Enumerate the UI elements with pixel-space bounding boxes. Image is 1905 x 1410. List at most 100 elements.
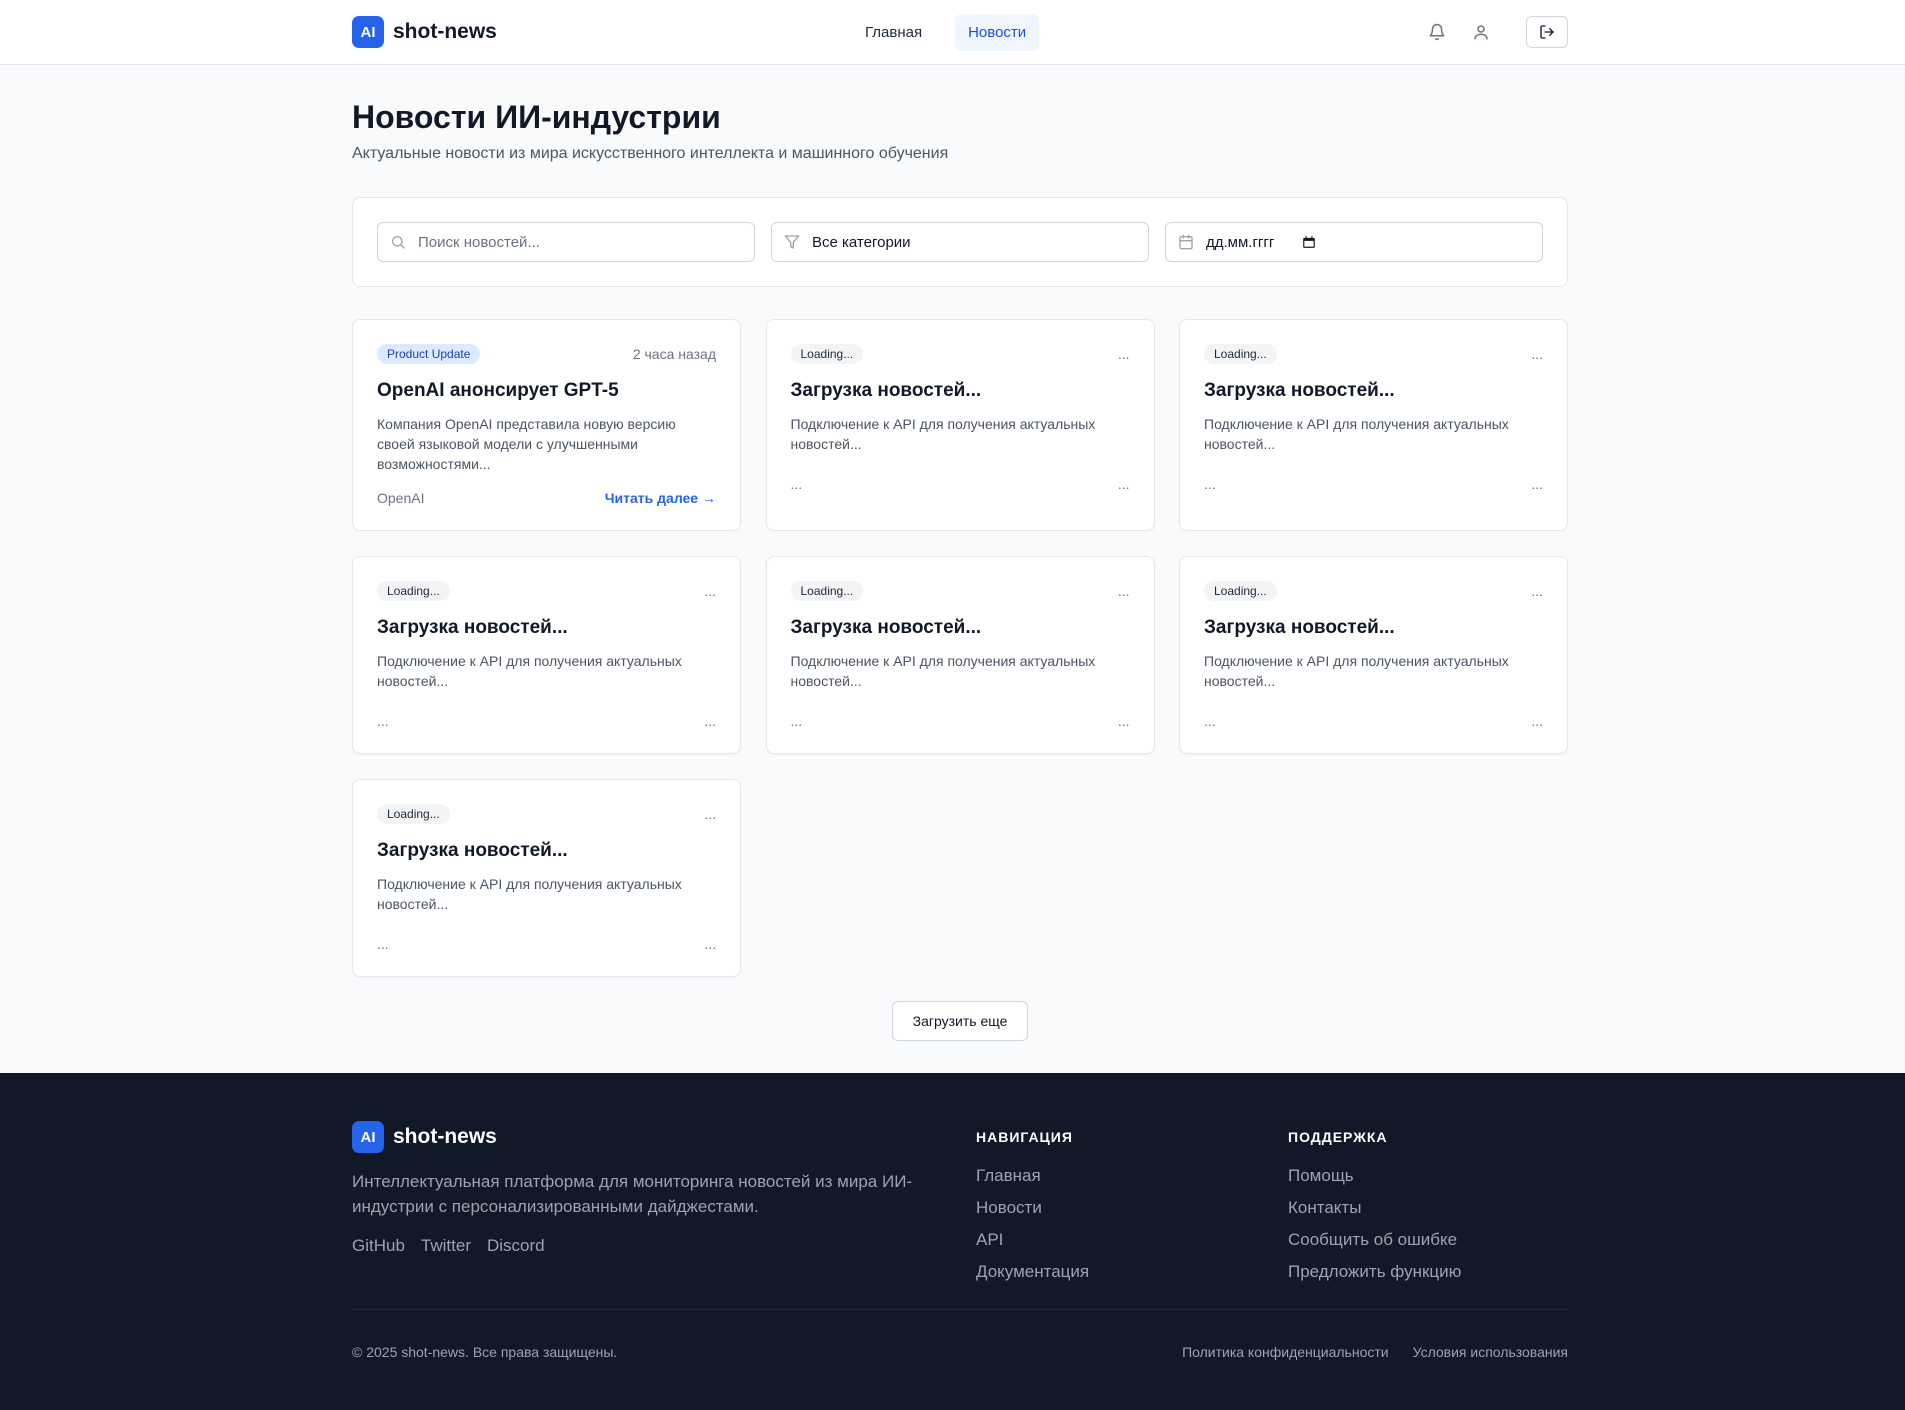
date-value: дд.мм.гггг (1206, 233, 1275, 251)
news-title: Загрузка новостей... (790, 380, 982, 401)
brand-logo[interactable]: AI shot-news (352, 16, 497, 48)
news-description: Подключение к API для получения актуальн… (1204, 416, 1509, 452)
footer-nav-column: НАВИГАЦИЯ Главная Новости API Документац… (976, 1121, 1089, 1293)
footer-link-help[interactable]: Помощь (1288, 1165, 1461, 1187)
bell-icon[interactable] (1426, 21, 1448, 43)
footer-link-home[interactable]: Главная (976, 1165, 1089, 1187)
news-time: ... (704, 583, 716, 599)
loading-badge: Loading... (1204, 344, 1277, 364)
news-card-loading: Loading... ... Загрузка новостей... Подк… (1179, 556, 1568, 754)
footer-legal-links: Политика конфиденциальности Условия испо… (1182, 1344, 1568, 1360)
loading-badge: Loading... (377, 581, 450, 601)
nav-item-news[interactable]: Новости (955, 14, 1040, 51)
load-more-button[interactable]: Загрузить еще (892, 1001, 1028, 1041)
news-meta: ... (704, 713, 716, 729)
header-actions (1426, 16, 1568, 48)
news-meta: ... (1117, 476, 1130, 492)
footer-link-docs[interactable]: Документация (976, 1261, 1089, 1283)
footer-description: Интеллектуальная платформа для мониторин… (352, 1172, 913, 1216)
news-meta: ... (704, 936, 716, 952)
footer-support-column: ПОДДЕРЖКА Помощь Контакты Сообщить об ош… (1288, 1121, 1461, 1293)
footer-link-report-bug[interactable]: Сообщить об ошибке (1288, 1229, 1461, 1251)
news-source: ... (790, 713, 803, 729)
news-description: Подключение к API для получения актуальн… (790, 653, 1096, 689)
footer-brand[interactable]: AI shot-news (352, 1121, 497, 1153)
news-source: OpenAI (377, 490, 425, 506)
news-card-loading: Loading... ... Загрузка новостей... Подк… (352, 556, 741, 754)
news-title: Загрузка новостей... (377, 840, 568, 861)
footer-brand-name: shot-news (393, 1125, 497, 1148)
brand-name: shot-news (393, 20, 497, 43)
date-picker[interactable]: дд.мм.гггг (1165, 222, 1543, 262)
main-nav: Главная Новости (852, 14, 1040, 51)
news-meta: ... (1531, 713, 1543, 729)
news-source: ... (377, 713, 389, 729)
news-title: OpenAI анонсирует GPT-5 (377, 380, 619, 401)
loading-badge: Loading... (790, 581, 864, 601)
news-grid: Product Update 2 часа назад OpenAI анонс… (352, 319, 1568, 977)
news-source: ... (1204, 713, 1216, 729)
nav-item-home[interactable]: Главная (852, 14, 935, 51)
footer-link-api[interactable]: API (976, 1229, 1089, 1251)
ai-logo-badge: AI (352, 16, 384, 48)
news-meta: ... (1117, 713, 1130, 729)
site-footer: AI shot-news Интеллектуальная платформа … (0, 1073, 1905, 1410)
news-description: Компания OpenAI представила новую версию… (377, 416, 676, 472)
news-meta: ... (1531, 476, 1543, 492)
footer-copyright: © 2025 shot-news. Все права защищены. (352, 1344, 618, 1360)
news-card-loading: Loading... ... Загрузка новостей... Подк… (765, 556, 1155, 754)
footer-link-suggest-feature[interactable]: Предложить функцию (1288, 1261, 1461, 1283)
search-input[interactable] (418, 233, 754, 251)
social-link-discord[interactable]: Discord (487, 1236, 545, 1256)
terms-of-use-link[interactable]: Условия использования (1413, 1344, 1568, 1360)
filter-icon (784, 234, 800, 250)
news-source: ... (790, 476, 803, 492)
loading-badge: Loading... (377, 804, 450, 824)
main-content: Новости ИИ-индустрии Актуальные новости … (352, 65, 1568, 1041)
privacy-policy-link[interactable]: Политика конфиденциальности (1182, 1344, 1389, 1360)
loading-badge: Loading... (1204, 581, 1277, 601)
user-icon[interactable] (1470, 21, 1492, 43)
category-select[interactable]: Все категории (771, 222, 1149, 262)
news-description: Подключение к API для получения актуальн… (790, 416, 1096, 452)
social-link-twitter[interactable]: Twitter (421, 1236, 471, 1256)
ai-logo-badge: AI (352, 1121, 384, 1153)
news-card-loading: Loading... ... Загрузка новостей... Подк… (352, 779, 741, 977)
news-description: Подключение к API для получения актуальн… (377, 653, 682, 689)
category-value: Все категории (812, 233, 911, 251)
footer-social-links: GitHub Twitter Discord (352, 1236, 545, 1256)
news-time: 2 часа назад (632, 346, 716, 362)
news-title: Загрузка новостей... (377, 617, 568, 638)
top-header: AI shot-news Главная Новости (0, 0, 1905, 65)
logout-button[interactable] (1526, 16, 1568, 48)
footer-nav-title: НАВИГАЦИЯ (976, 1129, 1073, 1145)
news-title: Загрузка новостей... (1204, 617, 1395, 638)
read-more-link[interactable]: Читать далее → (605, 490, 716, 506)
search-field[interactable] (377, 222, 755, 262)
page-subtitle: Актуальные новости из мира искусственног… (352, 145, 949, 162)
news-time: ... (1117, 583, 1130, 599)
news-source: ... (1204, 476, 1216, 492)
news-time: ... (1531, 346, 1543, 362)
news-time: ... (704, 806, 716, 822)
news-description: Подключение к API для получения актуальн… (377, 876, 682, 912)
news-time: ... (1531, 583, 1543, 599)
page-title: Новости ИИ-индустрии (352, 99, 721, 135)
footer-support-title: ПОДДЕРЖКА (1288, 1129, 1388, 1145)
news-card-loading: Loading... ... Загрузка новостей... Подк… (765, 319, 1155, 531)
footer-divider (352, 1309, 1568, 1310)
calendar-icon (1178, 234, 1194, 250)
news-title: Загрузка новостей... (790, 617, 982, 638)
news-card[interactable]: Product Update 2 часа назад OpenAI анонс… (352, 319, 741, 531)
logout-icon (1539, 24, 1555, 40)
loading-badge: Loading... (790, 344, 864, 364)
search-icon (390, 234, 406, 250)
date-picker-icon[interactable] (1302, 235, 1316, 249)
news-description: Подключение к API для получения актуальн… (1204, 653, 1509, 689)
filters-panel: Все категории дд.мм.гггг (352, 197, 1568, 287)
footer-link-news[interactable]: Новости (976, 1197, 1089, 1219)
footer-link-contacts[interactable]: Контакты (1288, 1197, 1461, 1219)
social-link-github[interactable]: GitHub (352, 1236, 405, 1256)
category-badge: Product Update (377, 344, 481, 364)
news-time: ... (1117, 346, 1130, 362)
